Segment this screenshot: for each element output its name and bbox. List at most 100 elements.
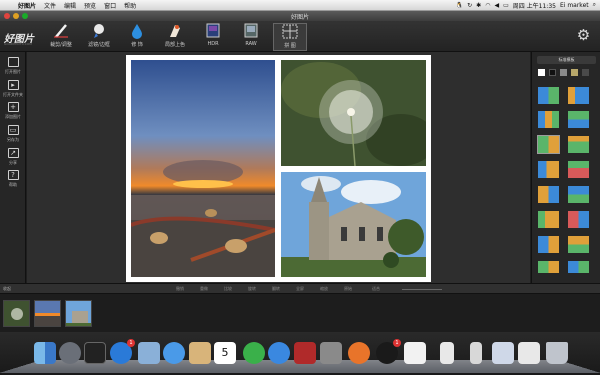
bg-swatch-white[interactable] (538, 69, 545, 76)
template-thumb[interactable] (568, 136, 589, 153)
documents-stack-icon[interactable] (518, 342, 540, 364)
template-thumb[interactable] (538, 236, 559, 253)
template-thumb[interactable] (538, 261, 559, 273)
tool-label: 滤镜/边框 (88, 42, 110, 48)
tool-raw[interactable]: RAW (234, 23, 268, 51)
tool-retouch[interactable]: 修 饰 (120, 23, 154, 51)
fit-button[interactable]: 适合 (372, 286, 380, 292)
collage-icon (282, 24, 298, 39)
firefox-icon[interactable] (348, 342, 370, 364)
thumbnail-stone-church[interactable] (65, 300, 92, 327)
template-thumb[interactable] (538, 211, 559, 228)
close-icon[interactable] (4, 13, 10, 19)
downloads-stack-icon[interactable] (492, 342, 514, 364)
safari-icon[interactable] (163, 342, 185, 364)
photo-app-icon[interactable] (243, 342, 265, 364)
qq-icon[interactable]: 🐧 (456, 2, 463, 9)
textedit-icon[interactable] (440, 342, 454, 364)
finder-icon[interactable] (34, 342, 56, 364)
sidebar-item-label: 另存为 (7, 137, 19, 142)
launchpad-icon[interactable] (59, 342, 81, 364)
template-thumb[interactable] (568, 211, 589, 228)
sidebar-item-share[interactable]: ↗ 分享 (1, 148, 25, 166)
tool-crop-adjust[interactable]: 裁剪/调整 (44, 23, 78, 51)
menubar-user[interactable]: Ei market (560, 2, 589, 9)
system-preferences-icon[interactable] (320, 342, 342, 364)
template-thumb[interactable] (538, 186, 559, 203)
sync-icon[interactable]: ↻ (467, 2, 472, 9)
screen: 好图片 文件 编辑 预览 窗口 帮助 🐧 ↻ ✱ ◠ ◀ ▭ 周四 上午11:3… (0, 0, 600, 375)
itunes-icon[interactable] (268, 342, 290, 364)
wifi-icon[interactable]: ◠ (485, 2, 490, 9)
collage-photo-stone-church[interactable] (281, 172, 426, 277)
zoom-slider[interactable] (402, 289, 442, 290)
template-thumb[interactable] (568, 186, 589, 203)
spotlight-icon[interactable]: ⌕ (593, 1, 596, 9)
tool-collage[interactable]: 拼 图 (273, 23, 307, 51)
tool-partial-color[interactable]: 局部上色 (158, 23, 192, 51)
template-thumb[interactable] (568, 111, 589, 128)
menu-app-name[interactable]: 好图片 (14, 1, 40, 10)
template-thumb-selected[interactable] (537, 135, 560, 154)
battery-icon[interactable]: ▭ (503, 2, 509, 9)
calendar-icon[interactable]: 5 (214, 342, 236, 364)
compare-button[interactable]: 比较 (224, 286, 232, 292)
original-size-button[interactable]: 原始 (344, 286, 352, 292)
dashboard-icon[interactable] (84, 342, 106, 364)
template-thumb[interactable] (568, 161, 589, 178)
flip-button[interactable]: 翻转 (272, 286, 280, 292)
contacts-icon[interactable] (189, 342, 211, 364)
redo-button[interactable]: 重做 (200, 286, 208, 292)
volume-icon[interactable]: ◀ (494, 2, 499, 9)
gear-icon[interactable]: ⚙ (575, 27, 592, 44)
template-thumb[interactable] (538, 111, 559, 128)
zoom-icon[interactable] (22, 13, 28, 19)
add-image-icon: + (7, 102, 19, 112)
menu-help[interactable]: 帮助 (120, 1, 140, 10)
minimize-icon[interactable] (13, 13, 19, 19)
bg-swatch-gray[interactable] (560, 69, 567, 76)
preview-icon[interactable] (138, 342, 160, 364)
qq-icon[interactable]: 1 (376, 339, 401, 364)
trash-icon[interactable] (546, 342, 568, 364)
template-thumb[interactable] (538, 87, 559, 104)
template-thumb[interactable] (538, 161, 559, 178)
bluetooth-icon[interactable]: ✱ (476, 2, 481, 9)
crop-adjust-icon (54, 24, 68, 38)
menu-edit[interactable]: 编辑 (60, 1, 80, 10)
collage-photo-dandelion[interactable] (281, 60, 426, 166)
template-thumb[interactable] (568, 87, 589, 104)
bg-swatch-gold[interactable] (571, 69, 578, 76)
zoom-button[interactable]: 缩放 (320, 286, 328, 292)
template-thumb[interactable] (568, 236, 589, 253)
menu-window[interactable]: 窗口 (100, 1, 120, 10)
bg-swatch-black[interactable] (549, 69, 556, 76)
menu-preview[interactable]: 预览 (80, 1, 100, 10)
tool-filter-frame[interactable]: 滤镜/边框 (82, 23, 116, 51)
thumbnail-dandelion[interactable] (3, 300, 30, 327)
menu-file[interactable]: 文件 (40, 1, 60, 10)
undo-button[interactable]: 撤销 (176, 286, 184, 292)
rotate-button[interactable]: 旋转 (248, 286, 256, 292)
activity-icon[interactable] (470, 342, 482, 364)
collage-photo-harbor-sunset[interactable] (131, 60, 275, 277)
collage-board[interactable] (126, 55, 431, 282)
photo-booth-icon[interactable] (294, 342, 316, 364)
sidebar-item-label: 打开文件夹 (3, 92, 23, 97)
sidebar-item-open-folder[interactable]: ▸ 打开文件夹 (1, 80, 25, 98)
sidebar-item-help[interactable]: ? 帮助 (1, 170, 25, 188)
tool-hdr[interactable]: HDR (196, 23, 230, 51)
template-thumb[interactable] (568, 261, 589, 273)
notes-icon[interactable] (404, 342, 426, 364)
save-as-icon: ▭ (7, 125, 19, 135)
app-store-icon[interactable]: 1 (110, 339, 135, 364)
thumbnail-harbor-sunset[interactable] (34, 300, 61, 327)
tray-toggle-button[interactable]: 收起 (3, 286, 11, 292)
sidebar-item-add-image[interactable]: + 添加图片 (1, 102, 25, 120)
menubar-clock[interactable]: 周四 上午11:35 (513, 1, 556, 10)
sidebar-item-open-image[interactable]: 打开图片 (1, 57, 25, 75)
tab-standard-templates[interactable]: 标准模板 (537, 56, 596, 64)
sidebar-item-save-as[interactable]: ▭ 另存为 (1, 125, 25, 143)
fullscreen-button[interactable]: 全屏 (296, 286, 304, 292)
bg-swatch-dark-gray[interactable] (582, 69, 589, 76)
